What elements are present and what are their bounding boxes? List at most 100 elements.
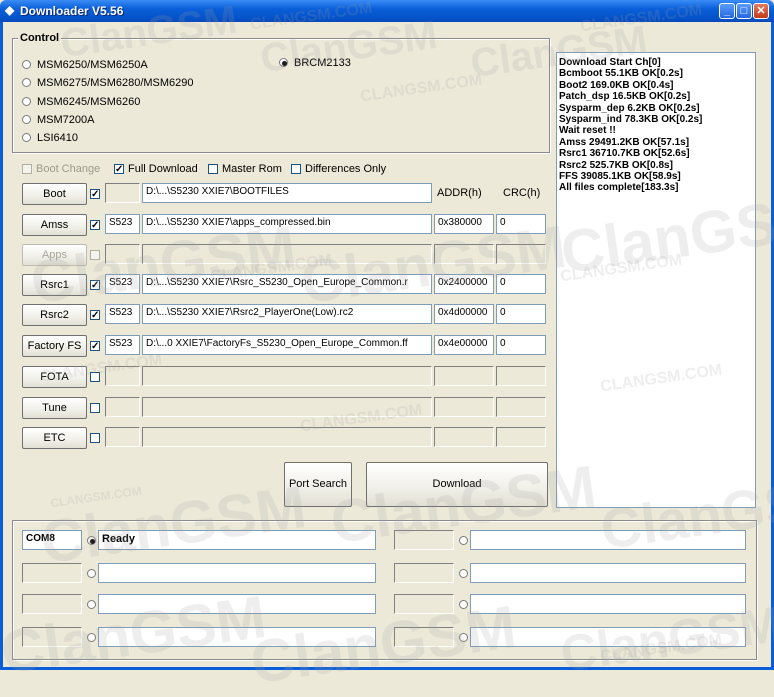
chipset-radio-2[interactable] (22, 97, 31, 106)
file-checkbox-4[interactable]: ✓ (90, 310, 100, 321)
log-line: Sysparm_ind 78.3KB OK[0.2s] (559, 114, 703, 126)
port-radio-2[interactable] (87, 600, 96, 609)
port-radio-0[interactable] (87, 536, 96, 545)
chipset-radio-1[interactable] (22, 78, 31, 87)
port-field-4 (394, 530, 454, 550)
file-path-field-3[interactable]: D:\...\S5230 XXIE7\Rsrc_S5230_Open_Europ… (142, 274, 432, 294)
file-crc-field-1: 0 (496, 214, 546, 234)
port-status-field-5 (470, 563, 746, 583)
file-crc-field-6 (496, 366, 546, 386)
maximize-button[interactable]: □ (736, 3, 752, 19)
full-download-checkbox[interactable]: ✓ (114, 164, 124, 175)
chipset-label-2: MSM6245/MSM6260 (37, 96, 141, 108)
port-radio-3[interactable] (87, 633, 96, 642)
file-button-5[interactable]: Factory FS (22, 335, 87, 357)
file-addr-field-6 (434, 366, 494, 386)
file-button-7[interactable]: Tune (22, 397, 87, 419)
port-status-field-6 (470, 594, 746, 614)
file-checkbox-1[interactable]: ✓ (90, 220, 100, 231)
master-rom-label: Master Rom (222, 163, 282, 175)
boot-change-label: Boot Change (36, 163, 101, 175)
file-crc-field-5: 0 (496, 335, 546, 355)
file-button-3[interactable]: Rsrc1 (22, 274, 87, 296)
file-crc-field-7 (496, 397, 546, 417)
close-button[interactable]: ✕ (753, 3, 769, 19)
file-model-field-3: S523 (105, 274, 140, 294)
file-path-field-4[interactable]: D:\...\S5230 XXIE7\Rsrc2_PlayerOne(Low).… (142, 304, 432, 324)
port-status-field-4 (470, 530, 746, 550)
port-search-button[interactable]: Port Search (284, 462, 352, 507)
port-field-1 (22, 563, 82, 583)
file-crc-field-3: 0 (496, 274, 546, 294)
differences-only-checkbox[interactable] (291, 164, 301, 174)
port-field-5 (394, 563, 454, 583)
chipset-radio-0[interactable] (22, 60, 31, 69)
file-path-field-0[interactable]: D:\...\S5230 XXIE7\BOOTFILES (142, 183, 432, 203)
file-model-field-0 (105, 183, 140, 203)
file-path-field-7[interactable] (142, 397, 432, 417)
file-checkbox-8[interactable] (90, 433, 100, 443)
log-line: FFS 39085.1KB OK[58.9s] (559, 171, 681, 183)
port-status-field-7 (470, 627, 746, 647)
master-rom-checkbox[interactable] (208, 164, 218, 174)
file-crc-field-8 (496, 427, 546, 447)
file-checkbox-3[interactable]: ✓ (90, 280, 100, 291)
port-status-field-3 (98, 627, 376, 647)
file-button-1[interactable]: Amss (22, 214, 87, 236)
download-button[interactable]: Download (366, 462, 548, 507)
port-radio-1[interactable] (87, 569, 96, 578)
file-button-0[interactable]: Boot (22, 183, 87, 205)
file-addr-field-7 (434, 397, 494, 417)
file-addr-field-3: 0x2400000 (434, 274, 494, 294)
full-download-label: Full Download (128, 163, 198, 175)
log-line: Bcmboot 55.1KB OK[0.2s] (559, 68, 683, 80)
minimize-button[interactable]: _ (719, 3, 735, 19)
file-path-field-5[interactable]: D:\...0 XXIE7\FactoryFs_S5230_Open_Europ… (142, 335, 432, 355)
window-title: Downloader V5.56 (20, 4, 124, 18)
file-checkbox-7[interactable] (90, 403, 100, 413)
log-panel: Download Start Ch[0] Bcmboot 55.1KB OK[0.… (556, 52, 756, 508)
port-field-6 (394, 594, 454, 614)
file-checkbox-6[interactable] (90, 372, 100, 382)
title-bar[interactable]: ◆ Downloader V5.56 _ □ ✕ (0, 0, 774, 22)
port-radio-7[interactable] (459, 633, 468, 642)
control-group-label: Control (18, 32, 62, 44)
chipset-label-4: LSI6410 (37, 132, 78, 144)
port-radio-4[interactable] (459, 536, 468, 545)
chipset-radio-3[interactable] (22, 115, 31, 124)
file-path-field-6[interactable] (142, 366, 432, 386)
file-button-8[interactable]: ETC (22, 427, 87, 449)
file-addr-field-1: 0x380000 (434, 214, 494, 234)
log-line: Wait reset !! (559, 125, 616, 137)
file-button-4[interactable]: Rsrc2 (22, 304, 87, 326)
file-button-6[interactable]: FOTA (22, 366, 87, 388)
log-line: Rsrc1 36710.7KB OK[52.6s] (559, 148, 690, 160)
file-model-field-4: S523 (105, 304, 140, 324)
chipset-radio-4[interactable] (22, 133, 31, 142)
file-checkbox-0[interactable]: ✓ (90, 189, 100, 200)
port-radio-5[interactable] (459, 569, 468, 578)
chipset-radio-5[interactable] (279, 58, 288, 67)
boot-change-checkbox[interactable] (22, 164, 32, 174)
crc-header: CRC(h) (503, 187, 541, 199)
differences-only-label: Differences Only (305, 163, 387, 175)
file-button-2[interactable]: Apps (22, 244, 87, 266)
chipset-label-3: MSM7200A (37, 114, 95, 126)
file-model-field-1: S523 (105, 214, 140, 234)
file-checkbox-5[interactable]: ✓ (90, 341, 100, 352)
file-addr-field-8 (434, 427, 494, 447)
port-radio-6[interactable] (459, 600, 468, 609)
file-path-field-8[interactable] (142, 427, 432, 447)
log-line: All files complete[183.3s] (559, 182, 679, 194)
file-path-field-2[interactable] (142, 244, 432, 264)
file-addr-field-4: 0x4d00000 (434, 304, 494, 324)
port-field-0: COM8 (22, 530, 82, 550)
app-icon: ◆ (5, 3, 15, 17)
chipset-label-5: BRCM2133 (294, 57, 351, 69)
file-crc-field-4: 0 (496, 304, 546, 324)
port-status-field-0: Ready (98, 530, 376, 550)
file-checkbox-2[interactable] (90, 250, 100, 260)
file-path-field-1[interactable]: D:\...\S5230 XXIE7\apps_compressed.bin (142, 214, 432, 234)
log-line: Download Start Ch[0] (559, 57, 661, 68)
port-field-7 (394, 627, 454, 647)
